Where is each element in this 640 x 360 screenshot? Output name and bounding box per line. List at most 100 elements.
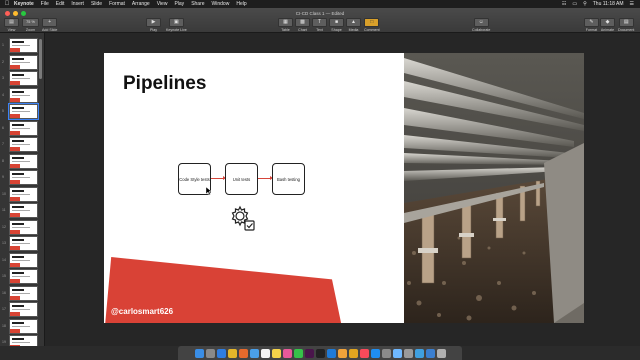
menu-edit[interactable]: Edit xyxy=(56,1,65,7)
slide-thumbnail[interactable] xyxy=(9,335,38,346)
chart-button[interactable]: ▩ Chart xyxy=(295,18,310,32)
slide-thumbnail[interactable] xyxy=(9,71,38,86)
slide-thumbnail[interactable] xyxy=(9,87,38,103)
slide-thumbnail[interactable] xyxy=(9,153,38,169)
menu-slide[interactable]: Slide xyxy=(91,1,102,7)
slide-number: 10 xyxy=(2,191,6,196)
messages-icon[interactable] xyxy=(293,348,303,358)
pipeline-step-bash-testing[interactable]: Bash testing xyxy=(272,163,305,195)
menu-keynote[interactable]: Keynote xyxy=(14,1,34,7)
close-window-button[interactable] xyxy=(5,11,10,16)
menu-play[interactable]: Play xyxy=(174,1,184,7)
slide-thumbnail[interactable] xyxy=(9,54,38,70)
slide-thumbnail[interactable] xyxy=(9,269,38,284)
notes-icon[interactable] xyxy=(271,348,281,358)
firefox-icon[interactable] xyxy=(238,348,248,358)
music-icon[interactable] xyxy=(359,348,369,358)
shape-button[interactable]: ■ Shape xyxy=(329,18,344,32)
slide-thumbnail[interactable] xyxy=(9,120,38,136)
gear-settings-icon[interactable] xyxy=(229,205,257,233)
thumb-title xyxy=(12,305,24,307)
slide-thumbnail[interactable] xyxy=(9,318,38,334)
slide-thumbnail[interactable] xyxy=(9,252,38,268)
calendar-icon[interactable] xyxy=(260,348,270,358)
menu-list-icon[interactable]: ☰ xyxy=(630,1,634,7)
comment-button[interactable]: □ Comment xyxy=(364,18,380,32)
thumb-line xyxy=(12,94,30,96)
trash-icon[interactable] xyxy=(436,348,446,358)
current-slide[interactable]: Pipelines Code Style tests Unit tests Ba… xyxy=(104,53,584,323)
search-icon[interactable]: ⚲ xyxy=(583,1,587,7)
settings-icon[interactable] xyxy=(381,348,391,358)
pipelines-photo[interactable] xyxy=(404,53,584,323)
format-brush-icon: ✎ xyxy=(584,18,599,27)
view-button[interactable]: ▤ View xyxy=(4,18,19,32)
menu-arrange[interactable]: Arrange xyxy=(132,1,150,7)
vscode-icon[interactable] xyxy=(326,348,336,358)
minimize-window-button[interactable] xyxy=(13,11,18,16)
text-icon: T xyxy=(312,18,327,27)
slide-thumbnail[interactable] xyxy=(9,170,38,185)
photos-icon[interactable] xyxy=(282,348,292,358)
slide-thumbnail[interactable] xyxy=(9,219,38,235)
play-icon: ▶ xyxy=(146,18,161,27)
app-store-icon[interactable] xyxy=(370,348,380,358)
menu-help[interactable]: Help xyxy=(236,1,246,7)
navigator-scrollbar[interactable] xyxy=(39,39,42,79)
play-button[interactable]: ▶ Play xyxy=(146,18,161,32)
chrome-icon[interactable] xyxy=(227,348,237,358)
keynote-live-button[interactable]: ▣ Keynote Live xyxy=(166,18,187,32)
slide-thumbnail[interactable] xyxy=(9,302,38,317)
terminal-icon[interactable] xyxy=(315,348,325,358)
dock xyxy=(178,346,462,360)
thumb-line xyxy=(12,243,30,244)
slack-icon[interactable] xyxy=(304,348,314,358)
zoom-button[interactable]: 75 % Zoom xyxy=(22,18,39,32)
author-handle[interactable]: @carlosmart626 xyxy=(111,307,173,316)
slide-thumbnail[interactable] xyxy=(9,186,38,202)
preview-icon[interactable] xyxy=(392,348,402,358)
battery-icon[interactable]: ▭ xyxy=(572,1,577,7)
pipeline-arrow xyxy=(258,176,273,180)
slide-thumbnail[interactable] xyxy=(9,203,38,218)
thumb-title xyxy=(12,123,24,126)
slide-navigator[interactable]: 1 2 3 4 5 6 7 8 9 10 11 12 13 14 15 16 17 18 19 xyxy=(0,33,45,346)
screenshot-icon[interactable] xyxy=(403,348,413,358)
menu-view[interactable]: View xyxy=(157,1,168,7)
menu-format[interactable]: Format xyxy=(109,1,125,7)
downloads-icon[interactable] xyxy=(425,348,435,358)
thumb-red-shape xyxy=(10,48,20,52)
add-slide-button[interactable]: + Add Slide xyxy=(42,18,57,32)
menu-share[interactable]: Share xyxy=(191,1,204,7)
table-button[interactable]: ▦ Table xyxy=(278,18,293,32)
collaborate-button[interactable]: ☺ Collaborate xyxy=(472,18,490,32)
document-button[interactable]: ▤ Document xyxy=(618,18,634,32)
thumb-red-shape xyxy=(10,180,20,184)
format-button[interactable]: ✎ Format xyxy=(584,18,599,32)
pipeline-step-unit-tests[interactable]: Unit tests xyxy=(225,163,258,195)
sketch-icon[interactable] xyxy=(337,348,347,358)
slide-thumbnail[interactable] xyxy=(8,103,39,120)
animate-button[interactable]: ◆ Animate xyxy=(600,18,615,32)
slide-thumbnail[interactable] xyxy=(9,236,38,251)
menu-window[interactable]: Window xyxy=(212,1,230,7)
text-button[interactable]: T Text xyxy=(312,18,327,32)
slide-thumbnail[interactable] xyxy=(9,137,38,152)
wifi-icon[interactable]: ☷ xyxy=(562,1,566,7)
zoom-window-button[interactable] xyxy=(21,11,26,16)
slide-title[interactable]: Pipelines xyxy=(123,73,206,95)
keynote-icon[interactable] xyxy=(348,348,358,358)
apple-menu-icon[interactable]:  xyxy=(0,1,14,7)
finder-icon[interactable] xyxy=(194,348,204,358)
clock[interactable]: Thu 11:18 AM xyxy=(593,1,624,7)
menu-insert[interactable]: Insert xyxy=(71,1,84,7)
slide-thumbnail[interactable] xyxy=(9,285,38,301)
media-button[interactable]: ▲ Media xyxy=(346,18,361,32)
slide-thumbnail[interactable] xyxy=(9,38,38,53)
menu-file[interactable]: File xyxy=(41,1,49,7)
launchpad-icon[interactable] xyxy=(205,348,215,358)
folder-icon[interactable] xyxy=(414,348,424,358)
mail-icon[interactable] xyxy=(249,348,259,358)
thumb-line xyxy=(12,325,30,327)
safari-icon[interactable] xyxy=(216,348,226,358)
